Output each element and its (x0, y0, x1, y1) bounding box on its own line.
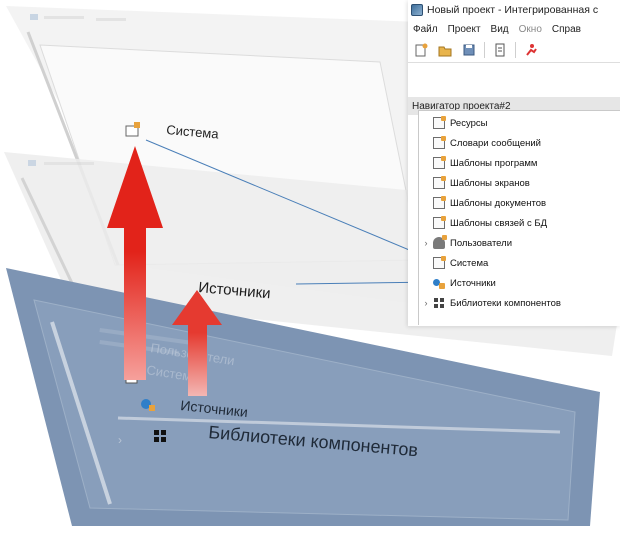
run-button[interactable] (522, 41, 540, 59)
new-file-icon (415, 43, 428, 57)
open-folder-icon (438, 46, 452, 57)
expand-users-chevron-icon[interactable]: › (419, 238, 433, 248)
app-window: Новый проект - Интегрированная с Файл Пр… (408, 0, 620, 326)
tree-item-label: Библиотеки компонентов (450, 297, 561, 309)
libraries-icon (433, 297, 445, 309)
menu-view[interactable]: Вид (486, 24, 514, 35)
tree-item-label: Шаблоны связей с БД (450, 217, 548, 229)
open-folder-button[interactable] (436, 41, 454, 59)
tree-item-label: Словари сообщений (450, 137, 541, 149)
tree-item-label: Шаблоны экранов (450, 177, 530, 189)
menu-file[interactable]: Файл (408, 24, 443, 35)
document-button[interactable] (491, 41, 509, 59)
dictionaries-icon (433, 136, 446, 149)
tree-item-screen-templates[interactable]: Шаблоны экранов (419, 175, 530, 191)
save-icon (463, 44, 475, 56)
new-file-button[interactable] (412, 41, 430, 59)
program-templates-icon (433, 156, 446, 169)
tree-item-program-templates[interactable]: Шаблоны программ (419, 155, 537, 171)
project-tree: Ресурсы Словари сообщений Шаблоны програ… (418, 110, 620, 325)
run-icon (526, 44, 537, 56)
menu-project[interactable]: Проект (443, 24, 486, 35)
app-icon (411, 4, 423, 16)
document-templates-icon (433, 196, 446, 209)
tree-item-resources[interactable]: Ресурсы (419, 115, 487, 131)
tree-item-users[interactable]: › Пользователи (419, 235, 512, 251)
tree-item-label: Пользователи (450, 237, 513, 249)
db-templates-icon (433, 216, 446, 229)
tree-item-label: Шаблоны программ (450, 157, 538, 169)
menu-window[interactable]: Окно (514, 24, 547, 35)
tree-item-libraries[interactable]: › Библиотеки компонентов (419, 295, 561, 311)
tree-item-sources[interactable]: Источники (419, 275, 496, 291)
tree-item-label: Шаблоны документов (450, 197, 547, 209)
sources-icon (433, 277, 445, 289)
title-bar: Новый проект - Интегрированная с (408, 0, 620, 20)
tree-item-label: Система (450, 257, 489, 269)
tree-item-label: Ресурсы (450, 117, 488, 129)
system-icon (433, 256, 446, 269)
resources-icon (433, 116, 446, 129)
tree-item-db-templates[interactable]: Шаблоны связей с БД (419, 215, 547, 231)
tree-item-dictionaries[interactable]: Словари сообщений (419, 135, 541, 151)
tree-item-label: Источники (450, 277, 496, 289)
screen-templates-icon (433, 176, 446, 189)
tree-item-document-templates[interactable]: Шаблоны документов (419, 195, 546, 211)
document-icon (495, 43, 505, 57)
menu-bar: Файл Проект Вид Окно Справ (408, 20, 620, 38)
users-icon (433, 235, 447, 249)
svg-text:›: › (118, 433, 122, 447)
menu-help[interactable]: Справ (547, 24, 586, 35)
main-toolbar (408, 38, 620, 63)
tree-item-system[interactable]: Система (419, 255, 488, 271)
save-button[interactable] (460, 41, 478, 59)
expand-libraries-chevron-icon[interactable]: › (419, 298, 433, 308)
window-title: Новый проект - Интегрированная с (427, 4, 599, 16)
